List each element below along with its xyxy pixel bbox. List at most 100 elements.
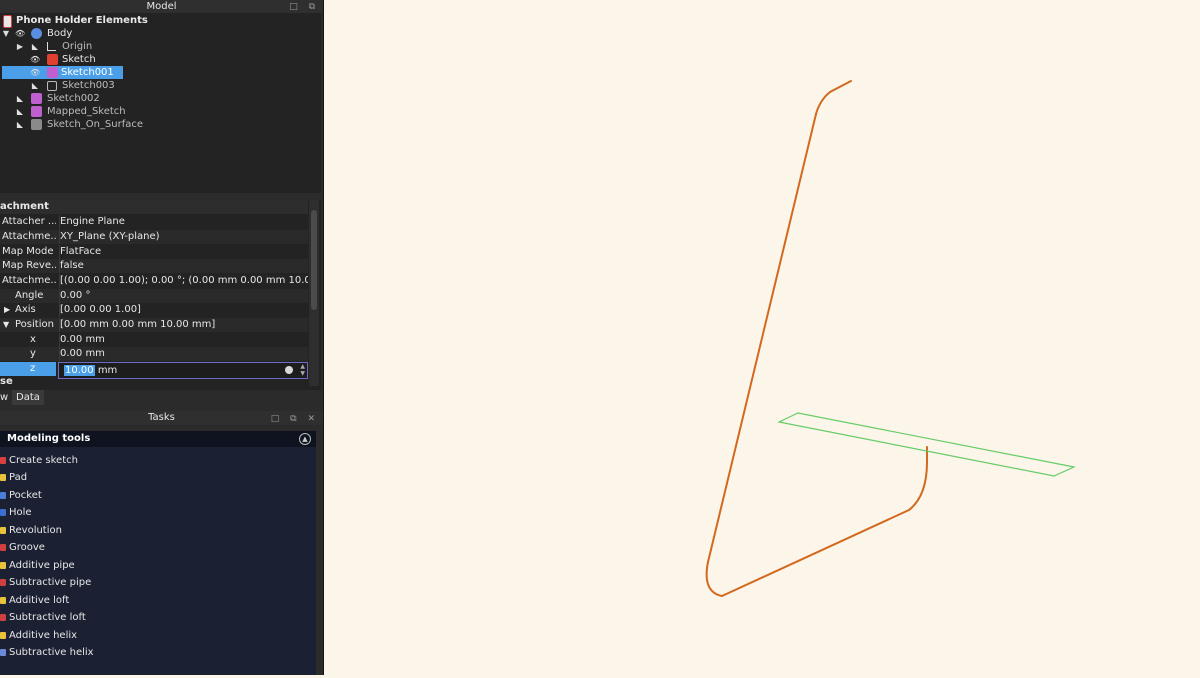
property-row[interactable]: Map Reve... false [0, 259, 308, 273]
tree-item-sketch001[interactable]: 👁 Sketch001 [2, 66, 123, 79]
additive-pipe-icon [0, 562, 6, 569]
property-value: 0.00 mm [59, 333, 308, 347]
tree-item-body[interactable]: ▼ 👁 Body [0, 27, 321, 40]
tree-item-label: Sketch [62, 54, 96, 65]
task-label: Subtractive pipe [9, 577, 92, 588]
hole-icon [0, 509, 6, 516]
hidden-eye-icon[interactable]: ◣ [15, 92, 25, 105]
visibility-eye-icon[interactable]: 👁 [30, 66, 40, 79]
tree-item-sketch002[interactable]: ◣ Sketch002 [0, 92, 321, 105]
z-input-selected-value: 10.00 [64, 365, 95, 376]
hidden-eye-icon[interactable]: ◣ [15, 105, 25, 118]
subtractive-loft-icon [0, 614, 6, 621]
task-label: Additive pipe [9, 560, 75, 571]
task-label: Subtractive loft [9, 612, 86, 623]
property-row[interactable]: ▶ Axis [0.00 0.00 1.00] [0, 303, 308, 317]
sketch-icon [31, 106, 42, 117]
tree-item-sketch-on-surface[interactable]: ◣ Sketch_On_Surface [0, 118, 321, 131]
scrollbar-thumb[interactable] [311, 210, 317, 310]
property-group-header[interactable]: achment [0, 200, 308, 214]
surface-icon [31, 119, 42, 130]
property-row[interactable]: x 0.00 mm [0, 333, 308, 347]
tree-item-document[interactable]: Phone Holder Elements [0, 14, 321, 28]
profile-front-curve[interactable] [908, 461, 928, 511]
hidden-eye-icon[interactable]: ◣ [15, 118, 25, 131]
task-label: Hole [9, 507, 32, 518]
property-value: [0.00 mm 0.00 mm 10.00 mm] [59, 318, 308, 332]
property-name: Attachme... [2, 231, 56, 242]
z-input-text[interactable]: 10.00 mm [64, 363, 117, 378]
sketch-outline-icon [47, 81, 57, 91]
model-panel-title: Model □ ⧉ [0, 0, 323, 13]
collapse-up-icon[interactable]: ▲ [299, 433, 311, 445]
property-value: 0.00 mm [59, 347, 308, 361]
profile-back-support[interactable] [707, 113, 817, 563]
tree-item-sketch003[interactable]: ◣ Sketch003 [0, 79, 321, 92]
property-editor: achment Attacher ... Engine Plane Attach… [0, 200, 321, 390]
property-row[interactable]: y 0.00 mm [0, 347, 308, 361]
property-name: Map Reve... [2, 260, 56, 271]
visibility-eye-icon[interactable]: 👁 [15, 27, 25, 40]
tab-data[interactable]: Data [12, 390, 44, 405]
visibility-eye-icon[interactable]: 👁 [30, 53, 40, 66]
model-title-text: Model [146, 1, 177, 12]
property-name: z [30, 363, 36, 374]
property-name: Angle [15, 290, 44, 301]
tree-item-origin[interactable]: ▶ ◣ Origin [0, 40, 321, 53]
property-name: Position [15, 319, 54, 330]
task-label: Additive loft [9, 595, 70, 606]
property-value: [0.00 0.00 1.00] [59, 303, 308, 317]
task-label: Create sketch [9, 455, 78, 466]
3d-viewport[interactable] [324, 0, 1200, 675]
pad-icon [0, 474, 6, 481]
profile-base[interactable] [721, 509, 910, 597]
tree-item-label: Phone Holder Elements [16, 15, 148, 26]
expression-icon[interactable] [285, 366, 293, 374]
property-row[interactable]: ▼ Position [0.00 mm 0.00 mm 10.00 mm] [0, 318, 308, 332]
tasks-panel-title: Tasks □ ⧉ ✕ [0, 411, 323, 425]
spin-arrows-icon[interactable]: ▲ ▼ [300, 363, 305, 377]
task-label: Pocket [9, 490, 42, 501]
collapse-arrow-icon[interactable]: ▶ [15, 40, 25, 53]
sketch-icon [31, 93, 42, 104]
z-input-unit: mm [94, 365, 118, 376]
tasks-dock-buttons[interactable]: □ ⧉ ✕ [271, 412, 319, 426]
revolution-icon [0, 527, 6, 534]
phone-holder-profile[interactable] [705, 80, 928, 597]
property-name: x [30, 334, 36, 345]
tasks-title-text: Tasks [148, 412, 175, 423]
property-row[interactable]: Angle 0.00 ° [0, 289, 308, 303]
property-row-selected[interactable]: z [0, 362, 56, 376]
property-row[interactable]: Map Mode FlatFace [0, 245, 308, 259]
property-value: XY_Plane (XY-plane) [59, 230, 308, 244]
sketch-icon [47, 67, 58, 78]
expand-arrow-icon[interactable]: ▼ [3, 318, 9, 332]
profile-bottom-curve[interactable] [705, 561, 723, 597]
tree-item-label: Sketch002 [47, 93, 100, 104]
property-row[interactable]: Attachme... XY_Plane (XY-plane) [0, 230, 308, 244]
expand-arrow-icon[interactable]: ▼ [1, 27, 11, 40]
property-name: Attacher ... [2, 216, 56, 227]
modeling-tools-header[interactable]: Modeling tools ▲ [0, 431, 316, 447]
tab-view[interactable]: w [0, 390, 12, 405]
tree-item-label: Sketch003 [62, 80, 115, 91]
tree-item-mapped-sketch[interactable]: ◣ Mapped_Sketch [0, 105, 321, 118]
property-row[interactable]: Attachme... [(0.00 0.00 1.00); 0.00 °; (… [0, 274, 308, 288]
property-scrollbar[interactable] [309, 200, 319, 386]
model-tree: Phone Holder Elements ▼ 👁 Body ▶ ◣ Origi… [0, 13, 321, 193]
tree-item-label: Sketch_On_Surface [47, 119, 143, 130]
property-row[interactable]: Attacher ... Engine Plane [0, 215, 308, 229]
hidden-eye-icon[interactable]: ◣ [30, 79, 40, 92]
profile-top-lip[interactable] [815, 80, 852, 115]
collapse-arrow-icon[interactable]: ▶ [4, 303, 10, 317]
subtractive-pipe-icon [0, 579, 6, 586]
create-sketch-icon [0, 457, 6, 464]
tree-item-label: Body [47, 28, 73, 39]
section-title: Modeling tools [7, 433, 91, 444]
property-value: false [59, 259, 308, 273]
property-group-header-base[interactable]: se [0, 377, 308, 387]
property-name: Axis [15, 304, 36, 315]
tree-item-sketch[interactable]: 👁 Sketch [0, 53, 321, 66]
hidden-eye-icon[interactable]: ◣ [30, 40, 40, 53]
viewport-canvas[interactable] [324, 0, 1200, 675]
